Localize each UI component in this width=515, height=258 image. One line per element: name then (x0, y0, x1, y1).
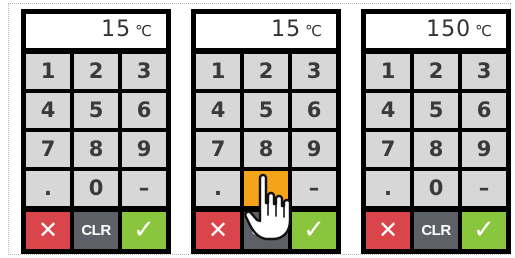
check-icon: ✓ (473, 215, 495, 245)
key-0[interactable]: 0 (414, 171, 458, 206)
key-6[interactable]: 6 (292, 93, 336, 128)
key-1[interactable]: 1 (196, 54, 240, 89)
display-value: 15 (101, 17, 132, 42)
key-9[interactable]: 9 (462, 132, 506, 167)
clear-button[interactable]: CLR (414, 212, 458, 249)
key-2[interactable]: 2 (74, 54, 118, 89)
key-0[interactable]: 0 (74, 171, 118, 206)
key-9[interactable]: 9 (122, 132, 166, 167)
key-7[interactable]: 7 (196, 132, 240, 167)
key-8[interactable]: 8 (414, 132, 458, 167)
key-decimal[interactable]: . (196, 171, 240, 206)
key-decimal[interactable]: . (26, 171, 70, 206)
key-6[interactable]: 6 (122, 93, 166, 128)
key-9[interactable]: 9 (292, 132, 336, 167)
key-3[interactable]: 3 (122, 54, 166, 89)
close-icon: ✕ (207, 216, 229, 244)
clear-button[interactable]: CLR (74, 212, 118, 249)
close-icon: ✕ (37, 216, 59, 244)
keypad-panel-1: 15 ℃ 1 2 3 4 5 6 7 8 9 . 0 – ✕ CLR ✓ (21, 9, 171, 254)
confirm-button[interactable]: ✓ (122, 212, 166, 249)
key-4[interactable]: 4 (366, 93, 410, 128)
keypad-panel-3: 150 ℃ 1 2 3 4 5 6 7 8 9 . 0 – ✕ CLR ✓ (361, 9, 511, 254)
temperature-display: 15 ℃ (26, 14, 166, 48)
key-4[interactable]: 4 (26, 93, 70, 128)
key-7[interactable]: 7 (26, 132, 70, 167)
key-1[interactable]: 1 (26, 54, 70, 89)
check-icon: ✓ (133, 215, 155, 245)
key-5[interactable]: 5 (244, 93, 288, 128)
key-3[interactable]: 3 (462, 54, 506, 89)
key-minus[interactable]: – (462, 171, 506, 206)
cancel-button[interactable]: ✕ (366, 212, 410, 249)
close-icon: ✕ (377, 216, 399, 244)
cancel-button[interactable]: ✕ (26, 212, 70, 249)
key-4[interactable]: 4 (196, 93, 240, 128)
key-8[interactable]: 8 (74, 132, 118, 167)
key-5[interactable]: 5 (74, 93, 118, 128)
cancel-button[interactable]: ✕ (196, 212, 240, 249)
key-8[interactable]: 8 (244, 132, 288, 167)
key-decimal[interactable]: . (366, 171, 410, 206)
hand-pointer-icon (244, 173, 292, 241)
temperature-display: 15 ℃ (196, 14, 336, 48)
display-unit: ℃ (305, 22, 322, 40)
key-2[interactable]: 2 (244, 54, 288, 89)
display-value: 15 (271, 17, 302, 42)
temperature-display: 150 ℃ (366, 14, 506, 48)
display-unit: ℃ (135, 22, 152, 40)
key-1[interactable]: 1 (366, 54, 410, 89)
key-5[interactable]: 5 (414, 93, 458, 128)
key-minus[interactable]: – (122, 171, 166, 206)
key-3[interactable]: 3 (292, 54, 336, 89)
key-7[interactable]: 7 (366, 132, 410, 167)
check-icon: ✓ (303, 215, 325, 245)
key-2[interactable]: 2 (414, 54, 458, 89)
key-6[interactable]: 6 (462, 93, 506, 128)
display-value: 150 (426, 17, 472, 42)
display-unit: ℃ (475, 22, 492, 40)
confirm-button[interactable]: ✓ (462, 212, 506, 249)
